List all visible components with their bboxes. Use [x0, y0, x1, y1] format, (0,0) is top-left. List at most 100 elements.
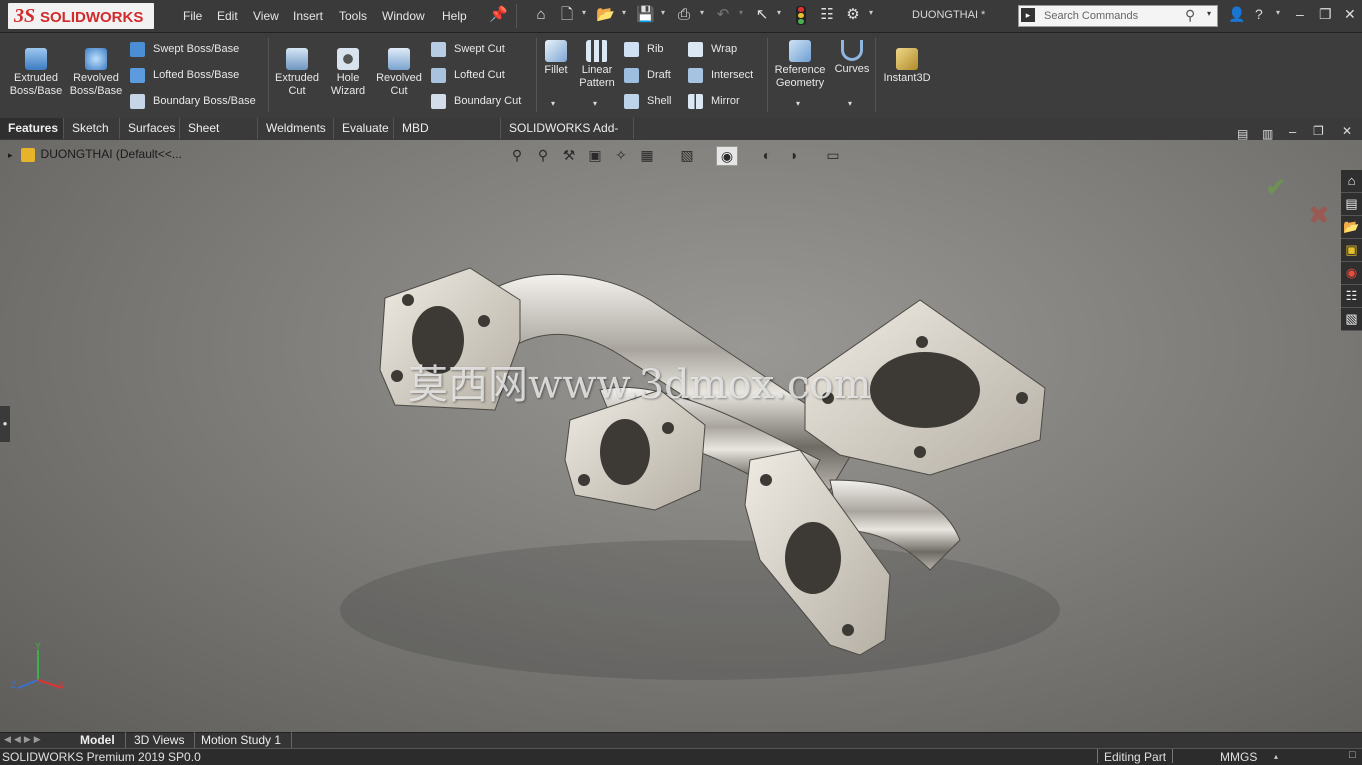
menu-window[interactable]: Window — [382, 9, 425, 23]
expand-arrow-icon[interactable]: ▸ — [8, 150, 13, 160]
boundary-boss-button[interactable]: Boundary Boss/Base — [130, 92, 256, 110]
tab-mbd-dimensions[interactable]: MBD Dimensions — [394, 118, 501, 156]
boundary-cut-button[interactable]: Boundary Cut — [431, 92, 521, 110]
chevron-down-icon[interactable]: ▾ — [869, 8, 873, 17]
undo-icon[interactable]: ↶ — [714, 6, 732, 24]
status-help-icon[interactable]: □ — [1349, 749, 1356, 761]
chevron-up-icon[interactable]: ▴ — [1274, 752, 1278, 761]
zoom-to-fit-icon[interactable]: ⚲ — [507, 146, 527, 164]
unit-system[interactable]: MMGS — [1220, 750, 1257, 764]
exhaust-manifold-model[interactable] — [0, 140, 1362, 732]
chevron-down-icon[interactable]: ▾ — [1276, 8, 1280, 17]
intersect-button[interactable]: Intersect — [688, 66, 753, 84]
lofted-cut-button[interactable]: Lofted Cut — [431, 66, 505, 84]
home-icon[interactable]: ⌂ — [532, 6, 550, 24]
solidworks-forum-icon[interactable]: ▧ — [1341, 308, 1362, 331]
edit-appearance-icon[interactable]: ◐ — [757, 146, 777, 164]
search-icon[interactable]: ⚲ — [1185, 7, 1195, 24]
zoom-to-area-icon[interactable]: ⚲ — [533, 146, 553, 164]
reference-geometry-button[interactable]: Reference Geometry — [771, 40, 829, 90]
lofted-boss-button[interactable]: Lofted Boss/Base — [130, 66, 239, 84]
chevron-down-icon[interactable]: ▾ — [551, 99, 555, 108]
close-icon[interactable]: ✕ — [1344, 6, 1356, 23]
tab-sheet-metal[interactable]: Sheet Metal — [180, 118, 258, 156]
select-cursor-icon[interactable]: ↖ — [753, 6, 771, 24]
tab-features[interactable]: Features — [0, 118, 64, 139]
design-library-icon[interactable]: ▤ — [1341, 193, 1362, 216]
menu-edit[interactable]: Edit — [217, 9, 238, 23]
apply-scene-icon[interactable]: ◑ — [783, 146, 803, 164]
wrap-button[interactable]: Wrap — [688, 40, 737, 58]
save-icon[interactable]: 💾 — [636, 6, 655, 24]
chevron-down-icon[interactable]: ▾ — [739, 8, 743, 17]
chevron-down-icon[interactable]: ▾ — [582, 8, 586, 17]
fillet-button[interactable]: Fillet — [540, 40, 572, 77]
pin-icon[interactable]: 📌 — [489, 6, 508, 24]
search-commands[interactable]: ▸ Search Commands ⚲ ▾ — [1018, 5, 1218, 27]
swept-cut-button[interactable]: Swept Cut — [431, 40, 505, 58]
chevron-down-icon[interactable]: ▾ — [593, 99, 597, 108]
revolved-cut-button[interactable]: Revolved Cut — [374, 48, 424, 98]
new-document-icon[interactable]: 🗋 — [558, 6, 576, 24]
user-icon[interactable]: 👤 — [1228, 6, 1245, 23]
chevron-down-icon[interactable]: ▾ — [661, 8, 665, 17]
hide-show-items-icon[interactable]: ◉ — [716, 146, 738, 166]
tab-evaluate[interactable]: Evaluate — [334, 118, 394, 139]
view-palette-icon[interactable]: ▣ — [1341, 239, 1362, 262]
tab-3d-views[interactable]: 3D Views — [124, 732, 196, 748]
tab-solidworks-addins[interactable]: SOLIDWORKS Add-Ins — [501, 118, 634, 156]
minimize-icon[interactable]: – — [1296, 6, 1304, 22]
print-icon[interactable]: ⎙ — [675, 6, 693, 24]
cancel-x-icon[interactable]: ✖ — [1308, 200, 1330, 231]
tab-sketch[interactable]: Sketch — [64, 118, 120, 139]
viewport-restore-icon[interactable]: ❐ — [1313, 124, 1324, 138]
chevron-down-icon[interactable]: ▾ — [622, 8, 626, 17]
tab-weldments[interactable]: Weldments — [258, 118, 334, 139]
expand-panel-icon[interactable]: ▥ — [1262, 127, 1273, 141]
instant3d-button[interactable]: Instant3D — [879, 48, 935, 85]
previous-view-icon[interactable]: ⚒ — [559, 146, 579, 164]
confirm-check-icon[interactable]: ✔ — [1265, 172, 1287, 203]
section-view-icon[interactable]: ▣ — [585, 146, 605, 164]
help-icon[interactable]: ? — [1255, 6, 1263, 22]
appearances-icon[interactable]: ◉ — [1341, 262, 1362, 285]
solidworks-logo[interactable]: 3S SOLIDWORKS — [8, 3, 154, 29]
tab-surfaces[interactable]: Surfaces — [120, 118, 180, 139]
extruded-boss-button[interactable]: Extruded Boss/Base — [4, 48, 68, 98]
rib-button[interactable]: Rib — [624, 40, 664, 58]
chevron-down-icon[interactable]: ▾ — [796, 99, 800, 108]
solidworks-resources-icon[interactable]: ⌂ — [1341, 170, 1362, 193]
view-orientation-icon[interactable]: ▦ — [637, 146, 657, 164]
chevron-down-icon[interactable]: ▾ — [1207, 9, 1211, 18]
menu-tools[interactable]: Tools — [339, 9, 367, 23]
file-properties-icon[interactable]: ☷ — [818, 6, 836, 24]
swept-boss-button[interactable]: Swept Boss/Base — [130, 40, 239, 58]
rebuild-traffic-light-icon[interactable] — [796, 6, 806, 25]
collapse-panel-icon[interactable]: ▤ — [1237, 127, 1248, 141]
panel-collapse-handle[interactable]: ● — [0, 406, 10, 442]
extruded-cut-button[interactable]: Extruded Cut — [272, 48, 322, 98]
gear-icon[interactable]: ⚙ — [844, 6, 862, 24]
viewport-minimize-icon[interactable]: – — [1289, 124, 1296, 139]
open-folder-icon[interactable]: 📂 — [596, 6, 615, 24]
menu-file[interactable]: File — [183, 9, 202, 23]
tab-model[interactable]: Model — [70, 732, 126, 748]
view-settings-icon[interactable]: ▭ — [823, 146, 843, 164]
file-explorer-icon[interactable]: 📂 — [1341, 216, 1362, 239]
chevron-down-icon[interactable]: ▾ — [848, 99, 852, 108]
custom-properties-icon[interactable]: ☷ — [1341, 285, 1362, 308]
restore-icon[interactable]: ❐ — [1319, 6, 1332, 23]
menu-help[interactable]: Help — [442, 9, 467, 23]
tab-motion-study[interactable]: Motion Study 1 — [191, 732, 293, 748]
curves-button[interactable]: Curves — [832, 40, 872, 76]
linear-pattern-button[interactable]: Linear Pattern — [576, 40, 618, 90]
shell-button[interactable]: Shell — [624, 92, 671, 110]
tab-scroll-arrows-icon[interactable]: ◀◀▶▶ — [4, 734, 44, 745]
graphics-area[interactable] — [0, 140, 1362, 732]
mirror-button[interactable]: Mirror — [688, 92, 740, 110]
menu-insert[interactable]: Insert — [293, 9, 323, 23]
viewport-close-icon[interactable]: ✕ — [1342, 124, 1352, 138]
dynamic-annotation-icon[interactable]: ✧ — [611, 146, 631, 164]
chevron-down-icon[interactable]: ▾ — [777, 8, 781, 17]
chevron-down-icon[interactable]: ▾ — [700, 8, 704, 17]
